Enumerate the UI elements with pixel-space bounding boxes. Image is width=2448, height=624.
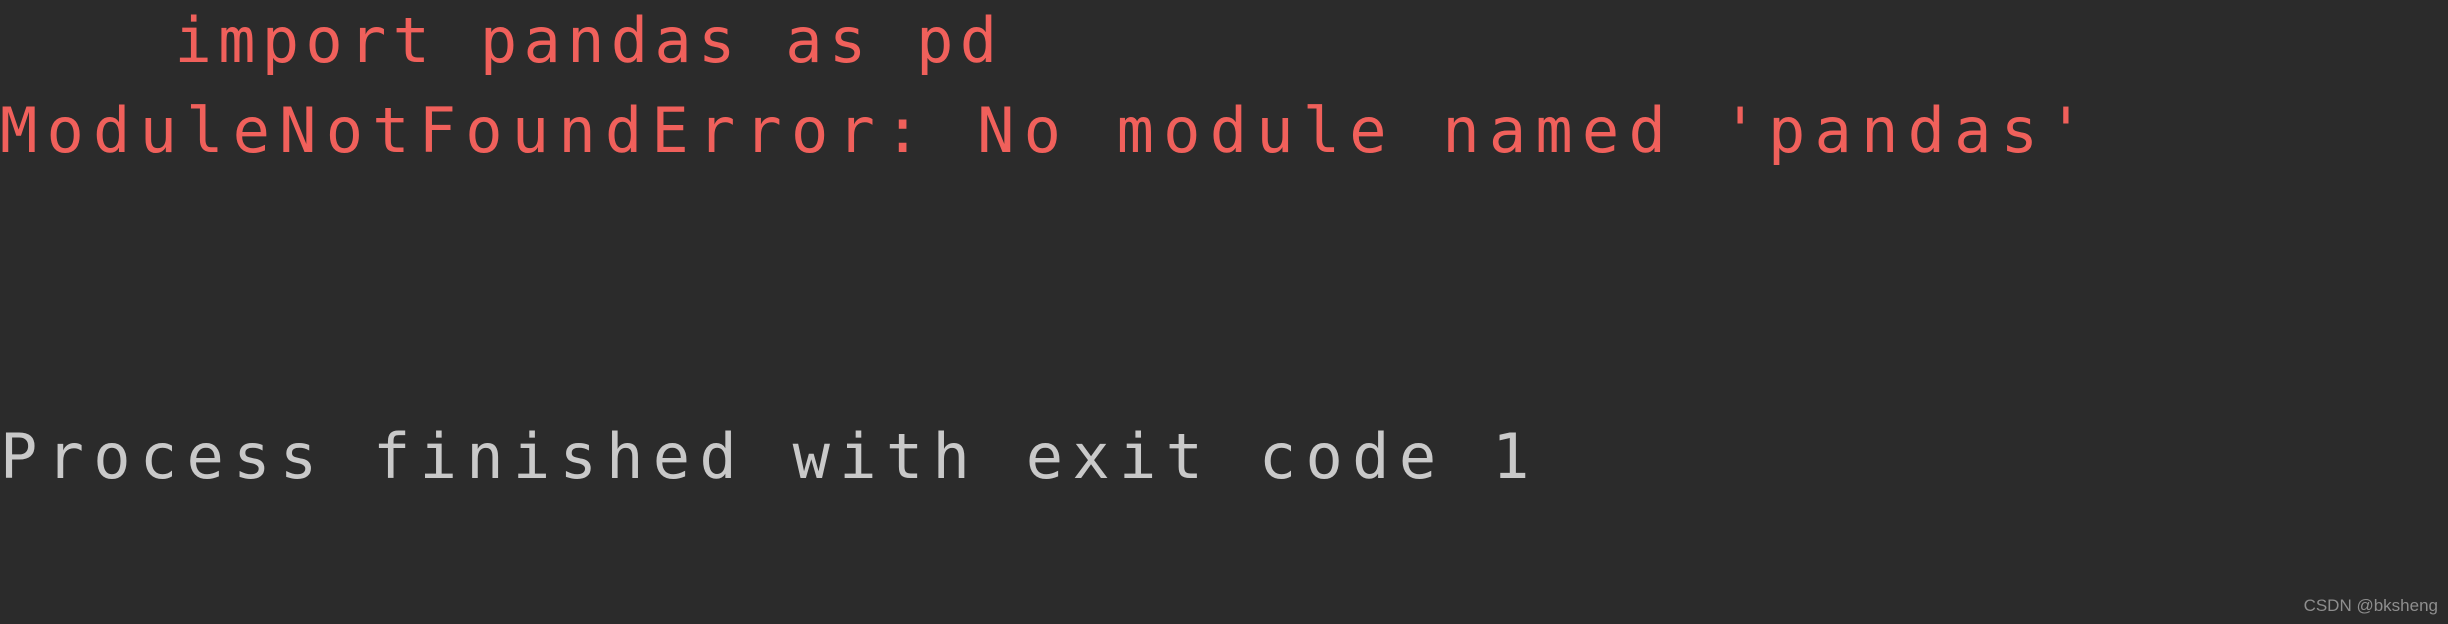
console-line-import-statement: import pandas as pd (0, 4, 1004, 77)
console-line-blank-1 (0, 190, 2448, 256)
console-output-panel[interactable]: import pandas as pd ModuleNotFoundError:… (0, 0, 2448, 624)
console-line-exit-status: Process finished with exit code 1 (0, 420, 1539, 493)
console-line-error-message: ModuleNotFoundError: No module named 'pa… (0, 94, 2094, 167)
watermark-label: CSDN @bksheng (2303, 596, 2438, 615)
console-line-blank-3 (0, 360, 2448, 426)
console-line-blank-2 (0, 280, 2448, 346)
